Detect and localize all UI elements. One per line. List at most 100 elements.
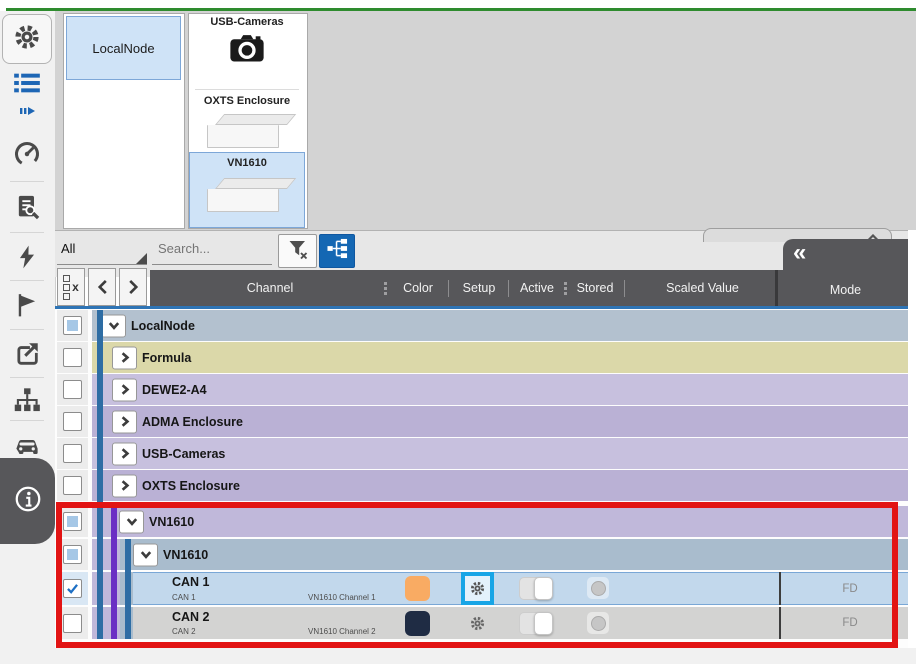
setup-button[interactable] xyxy=(465,611,490,636)
table-row[interactable]: Formula xyxy=(57,342,908,373)
active-toggle[interactable] xyxy=(519,577,553,600)
column-separator-thick xyxy=(775,270,778,306)
column-resize-handle[interactable] xyxy=(384,282,387,295)
checkbox-unchecked[interactable] xyxy=(63,348,82,367)
bottom-strip xyxy=(55,648,916,664)
table-row[interactable]: VN1610 xyxy=(57,539,908,570)
row-label: LocalNode xyxy=(131,319,195,333)
row-label: VN1610 xyxy=(163,548,208,562)
row-checkbox-cell xyxy=(57,374,88,405)
tree-view-toggle-button[interactable] xyxy=(319,234,355,268)
expand-all-button[interactable] xyxy=(119,268,147,306)
row-label: USB-Cameras xyxy=(142,447,225,461)
mode-column-separator xyxy=(779,607,781,639)
sidebar-divider xyxy=(10,329,44,330)
export-share-icon[interactable] xyxy=(12,339,42,369)
expander-collapse-icon[interactable] xyxy=(101,314,126,337)
expander-expand-icon[interactable] xyxy=(112,410,137,433)
expander-expand-icon[interactable] xyxy=(112,442,137,465)
table-row[interactable]: OXTS Enclosure xyxy=(57,470,908,501)
sidebar-divider xyxy=(10,377,44,378)
column-header-stored[interactable]: Stored xyxy=(568,270,622,306)
row-band xyxy=(92,342,908,373)
row-checkbox-cell xyxy=(57,342,88,373)
indent-guide-level1 xyxy=(97,310,103,639)
tree-view-icon xyxy=(326,238,349,264)
collapse-left-button[interactable]: « xyxy=(793,239,804,267)
stored-indicator[interactable] xyxy=(587,612,609,634)
channel-reference: VN1610 Channel 2 xyxy=(308,627,376,636)
sidebar xyxy=(0,11,56,664)
device-oxts-enclosure[interactable]: OXTS Enclosure xyxy=(189,95,305,148)
mode-value: FD xyxy=(800,617,900,629)
checkbox-checked[interactable] xyxy=(63,579,82,598)
expander-expand-icon[interactable] xyxy=(112,378,137,401)
setup-button-highlighted[interactable] xyxy=(461,572,494,605)
collapse-all-button[interactable] xyxy=(88,268,116,306)
info-icon xyxy=(13,484,43,519)
expander-collapse-icon[interactable] xyxy=(119,510,144,533)
row-band xyxy=(92,374,908,405)
column-header-setup[interactable]: Setup xyxy=(452,270,506,306)
table-row[interactable]: VN1610 xyxy=(57,506,908,537)
column-header-scaled-value[interactable]: Scaled Value xyxy=(645,270,760,306)
expander-collapse-icon[interactable] xyxy=(133,543,158,566)
table-row[interactable]: DEWE2-A4 xyxy=(57,374,908,405)
channel-color-swatch[interactable] xyxy=(405,611,430,636)
gauge-icon[interactable] xyxy=(12,139,42,169)
channel-filter-dropdown[interactable]: All xyxy=(57,238,147,265)
active-toggle[interactable] xyxy=(519,612,553,635)
row-checkbox-cell xyxy=(57,310,88,341)
chevron-left-icon xyxy=(97,279,108,295)
table-row[interactable]: LocalNode xyxy=(57,310,908,341)
channel-color-swatch[interactable] xyxy=(405,576,430,601)
column-resize-handle[interactable] xyxy=(564,282,567,295)
checkbox-unchecked[interactable] xyxy=(63,444,82,463)
report-document-icon[interactable] xyxy=(12,192,42,222)
table-row-can1[interactable]: CAN 1 CAN 1 VN1610 Channel 1 FD xyxy=(57,572,908,605)
sidebar-tab-channels[interactable] xyxy=(2,68,52,122)
sidebar-tab-settings[interactable] xyxy=(2,14,52,64)
local-node-card[interactable]: LocalNode xyxy=(66,16,181,80)
column-header-channel[interactable]: Channel xyxy=(150,270,390,306)
sidebar-divider xyxy=(10,420,44,421)
power-bolt-icon[interactable] xyxy=(12,242,42,272)
checkbox-unchecked[interactable] xyxy=(63,476,82,495)
dropdown-corner-icon xyxy=(136,253,147,264)
sidebar-tab-info[interactable] xyxy=(0,458,55,544)
car-icon[interactable] xyxy=(12,428,42,458)
mode-column-separator xyxy=(779,572,781,605)
device-vn1610[interactable]: VN1610 xyxy=(189,152,305,228)
row-label: DEWE2-A4 xyxy=(142,383,207,397)
chevron-right-icon xyxy=(128,279,139,295)
row-band xyxy=(120,539,908,570)
gear-icon xyxy=(469,615,486,632)
expander-expand-icon[interactable] xyxy=(112,346,137,369)
row-checkbox-cell xyxy=(57,572,88,605)
checkbox-unchecked[interactable] xyxy=(63,614,82,633)
funnel-x-icon xyxy=(286,238,310,265)
column-header-color[interactable]: Color xyxy=(390,270,446,306)
device-usb-cameras[interactable]: USB-Cameras xyxy=(189,16,305,64)
flag-icon[interactable] xyxy=(12,290,42,320)
column-header-mode[interactable]: Mode xyxy=(783,283,908,297)
checkbox-partial[interactable] xyxy=(63,545,82,564)
checkbox-unchecked[interactable] xyxy=(63,380,82,399)
table-row-can2[interactable]: CAN 2 CAN 2 VN1610 Channel 2 FD xyxy=(57,607,908,639)
local-node-label: LocalNode xyxy=(92,41,154,56)
row-checkbox-cell xyxy=(57,438,88,469)
checkbox-unchecked[interactable] xyxy=(63,412,82,431)
table-row[interactable]: USB-Cameras xyxy=(57,438,908,469)
checkbox-partial[interactable] xyxy=(63,512,82,531)
stored-indicator[interactable] xyxy=(587,577,609,599)
checkbox-partial[interactable] xyxy=(63,316,82,335)
search-input[interactable] xyxy=(156,240,270,257)
network-tree-icon[interactable] xyxy=(12,385,42,415)
clear-checkboxes-button[interactable]: x xyxy=(57,268,85,306)
column-header-active[interactable]: Active xyxy=(512,270,562,306)
row-label: OXTS Enclosure xyxy=(142,479,240,493)
expander-expand-icon[interactable] xyxy=(112,474,137,497)
checkbox-column-x-icon: x xyxy=(63,275,79,300)
clear-filter-button[interactable] xyxy=(278,234,317,268)
table-row[interactable]: ADMA Enclosure xyxy=(57,406,908,437)
